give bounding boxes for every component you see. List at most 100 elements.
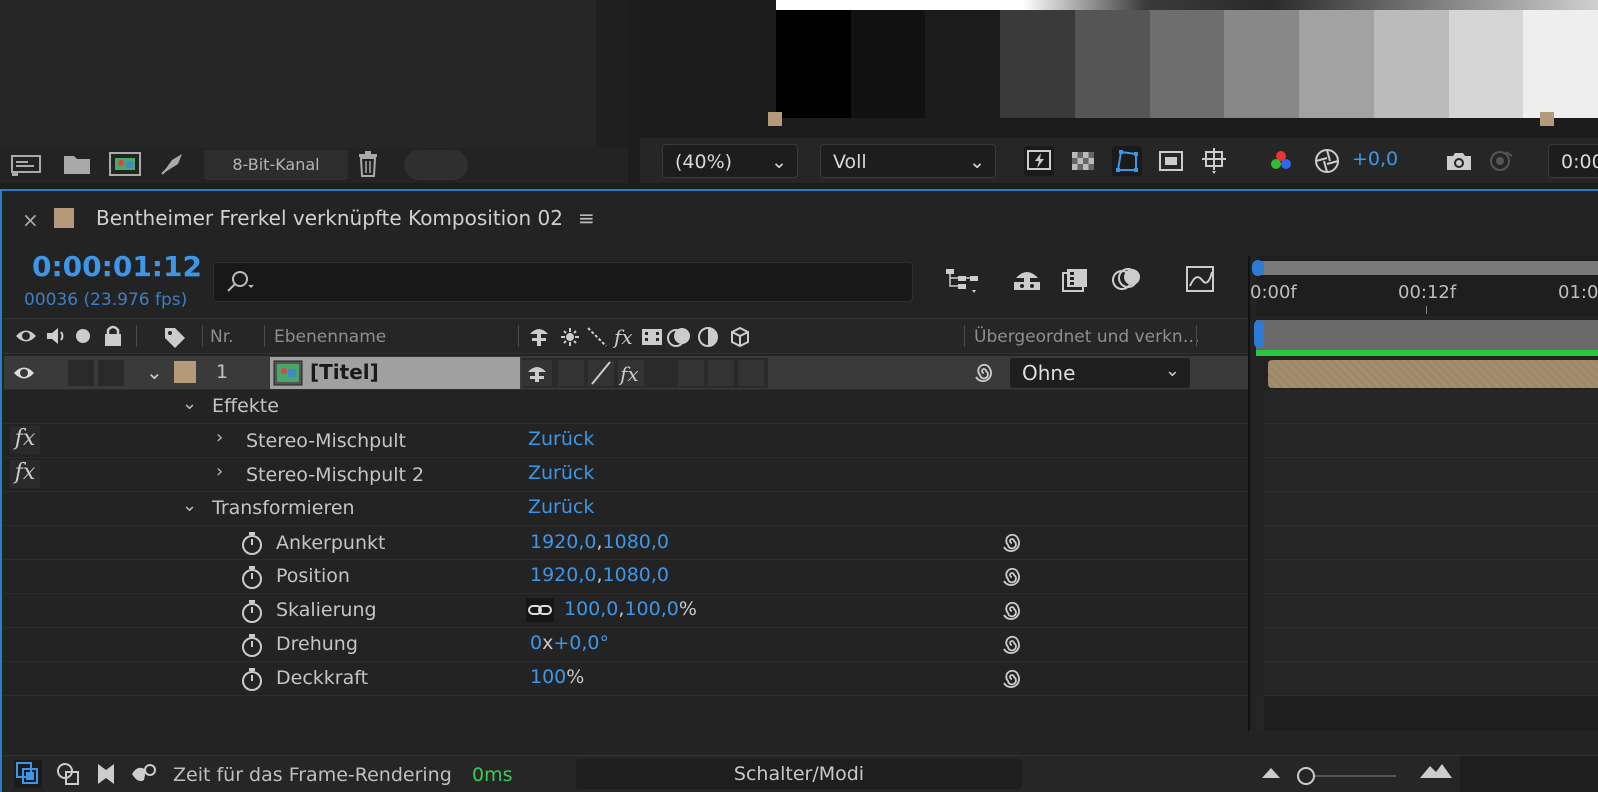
transfer-controls-toggle-icon[interactable]: [54, 760, 82, 788]
grid-guides-icon[interactable]: [1200, 146, 1230, 176]
render-time-toggle-icon[interactable]: [128, 760, 158, 788]
motion-blur-icon[interactable]: [1110, 264, 1144, 294]
effects-group-row[interactable]: ⌄ Effekte: [4, 390, 1248, 424]
solo-icon[interactable]: [76, 329, 90, 343]
viewer-timecode-field[interactable]: 0:00: [1548, 144, 1598, 178]
transform-group-row[interactable]: ⌄ Transformieren Zurück: [4, 492, 1248, 526]
parent-dropdown[interactable]: Ohne ⌄: [1010, 358, 1190, 388]
shy-layers-icon[interactable]: [1010, 264, 1044, 294]
region-of-interest-icon[interactable]: [1156, 146, 1186, 176]
layer-switches-toggle-icon[interactable]: [14, 760, 42, 788]
stopwatch-icon[interactable]: [240, 632, 264, 658]
stopwatch-icon[interactable]: [240, 530, 264, 556]
zoom-out-mountain-icon[interactable]: [1260, 762, 1282, 782]
effect-row[interactable]: fx › Stereo-Mischpult Zurück: [4, 424, 1248, 458]
effect-row[interactable]: fx › Stereo-Mischpult 2 Zurück: [4, 458, 1248, 492]
comp-flowchart-icon[interactable]: [944, 266, 980, 296]
viewer-handle-left[interactable]: [768, 112, 782, 126]
exposure-value[interactable]: +0,0: [1352, 148, 1398, 170]
column-parent[interactable]: Übergeordnet und verkn…: [974, 327, 1200, 347]
layer-lock-toggle[interactable]: [98, 360, 124, 386]
bit-depth-button[interactable]: 8-Bit-Kanal: [204, 150, 348, 180]
stopwatch-icon[interactable]: [240, 564, 264, 590]
frame-blending-icon[interactable]: [1060, 264, 1090, 294]
work-area-bar[interactable]: [1256, 261, 1598, 275]
toggle-switches-modes-button[interactable]: Schalter/Modi: [576, 759, 1022, 789]
panel-menu-icon[interactable]: ≡: [578, 206, 595, 230]
render-queue-icon[interactable]: [158, 150, 186, 178]
work-area-start-handle[interactable]: [1252, 260, 1264, 276]
chevron-down-icon[interactable]: ⌄: [182, 495, 197, 516]
parent-pickwhip-icon[interactable]: [972, 361, 996, 385]
graph-editor-icon[interactable]: [1184, 264, 1216, 294]
resolution-dropdown[interactable]: Voll ⌄: [820, 144, 996, 178]
mask-path-icon[interactable]: [1112, 146, 1142, 176]
transform-reset-link[interactable]: Zurück: [528, 496, 594, 518]
pickwhip-icon[interactable]: [1000, 667, 1024, 691]
interpret-footage-icon[interactable]: [10, 152, 44, 178]
pickwhip-icon[interactable]: [1000, 565, 1024, 589]
show-snapshot-icon[interactable]: [1486, 146, 1516, 176]
exposure-reset-icon[interactable]: [1312, 146, 1342, 176]
pickwhip-icon[interactable]: [1000, 633, 1024, 657]
label-tag-icon[interactable]: [162, 325, 188, 349]
column-nr[interactable]: Nr.: [210, 327, 234, 347]
project-list[interactable]: [0, 0, 596, 148]
current-time-indicator[interactable]: [1254, 320, 1264, 348]
property-value[interactable]: 100: [530, 666, 566, 688]
zoom-dropdown[interactable]: (40%) ⌄: [662, 144, 798, 178]
rotation-revolutions[interactable]: 0: [530, 632, 542, 654]
effect-reset-link[interactable]: Zurück: [528, 462, 594, 484]
property-value-x[interactable]: 1920,0: [530, 564, 596, 586]
layer-visibility-eye-icon[interactable]: [12, 362, 36, 384]
layer-solo-toggle[interactable]: [68, 360, 94, 386]
property-value-y[interactable]: 1080,0: [603, 564, 669, 586]
property-row-position[interactable]: Position 1920,0,1080,0: [4, 560, 1248, 594]
chevron-down-icon[interactable]: ⌄: [182, 393, 197, 414]
close-tab-button[interactable]: ×: [22, 208, 39, 232]
timeline-zoom-slider[interactable]: [1296, 764, 1400, 788]
trash-icon[interactable]: [356, 150, 380, 178]
fx-toggle[interactable]: fx: [10, 426, 40, 454]
rotation-degrees[interactable]: +0,0: [553, 632, 599, 654]
column-layer-name[interactable]: Ebenenname: [274, 327, 386, 347]
snapshot-camera-icon[interactable]: [1444, 146, 1474, 176]
layer-switches[interactable]: fx: [522, 358, 768, 388]
viewer-handle-right[interactable]: [1540, 112, 1554, 126]
pickwhip-icon[interactable]: [1000, 599, 1024, 623]
layer-row[interactable]: ⌄ 1 [Titel] fx Ohne ⌄: [4, 356, 1248, 390]
stopwatch-icon[interactable]: [240, 598, 264, 624]
current-timecode[interactable]: 0:00:01:12: [32, 250, 202, 283]
layer-duration-bar[interactable]: [1268, 360, 1598, 388]
new-composition-icon[interactable]: [108, 150, 142, 178]
switches-header-icons[interactable]: fx: [528, 324, 772, 350]
lock-icon[interactable]: [102, 324, 124, 348]
chevron-right-icon[interactable]: ›: [216, 427, 223, 448]
property-value-y[interactable]: 100,0: [624, 598, 678, 620]
in-out-toggle-icon[interactable]: [92, 760, 120, 788]
composition-tab-title[interactable]: Bentheimer Frerkel verknüpfte Kompositio…: [96, 206, 563, 230]
property-value-x[interactable]: 1920,0: [530, 531, 596, 553]
layer-name-field[interactable]: [Titel]: [270, 357, 520, 389]
property-row-rotation[interactable]: Drehung 0x+0,0°: [4, 628, 1248, 662]
chevron-right-icon[interactable]: ›: [216, 461, 223, 482]
property-value-x[interactable]: 100,0: [564, 598, 618, 620]
property-row-anchor[interactable]: Ankerpunkt 1920,0,1080,0: [4, 526, 1248, 560]
timeline-navigator[interactable]: [1256, 320, 1598, 350]
speaker-icon[interactable]: [44, 325, 70, 347]
eye-icon[interactable]: [14, 325, 38, 347]
property-row-opacity[interactable]: Deckkraft 100%: [4, 662, 1248, 696]
fx-toggle[interactable]: fx: [10, 460, 40, 488]
panel-divider[interactable]: [1248, 256, 1250, 731]
fast-preview-icon[interactable]: [1024, 146, 1054, 176]
effect-reset-link[interactable]: Zurück: [528, 428, 594, 450]
project-zoom-pill[interactable]: [404, 150, 468, 180]
layer-expand-chevron-icon[interactable]: ⌄: [146, 360, 163, 384]
layer-track[interactable]: [1264, 358, 1598, 390]
layer-label-color[interactable]: [174, 361, 196, 383]
channels-icon[interactable]: [1266, 146, 1296, 176]
new-folder-icon[interactable]: [62, 152, 92, 176]
zoom-in-mountain-icon[interactable]: [1418, 760, 1454, 782]
transparency-grid-icon[interactable]: [1068, 146, 1098, 176]
stopwatch-icon[interactable]: [240, 666, 264, 692]
